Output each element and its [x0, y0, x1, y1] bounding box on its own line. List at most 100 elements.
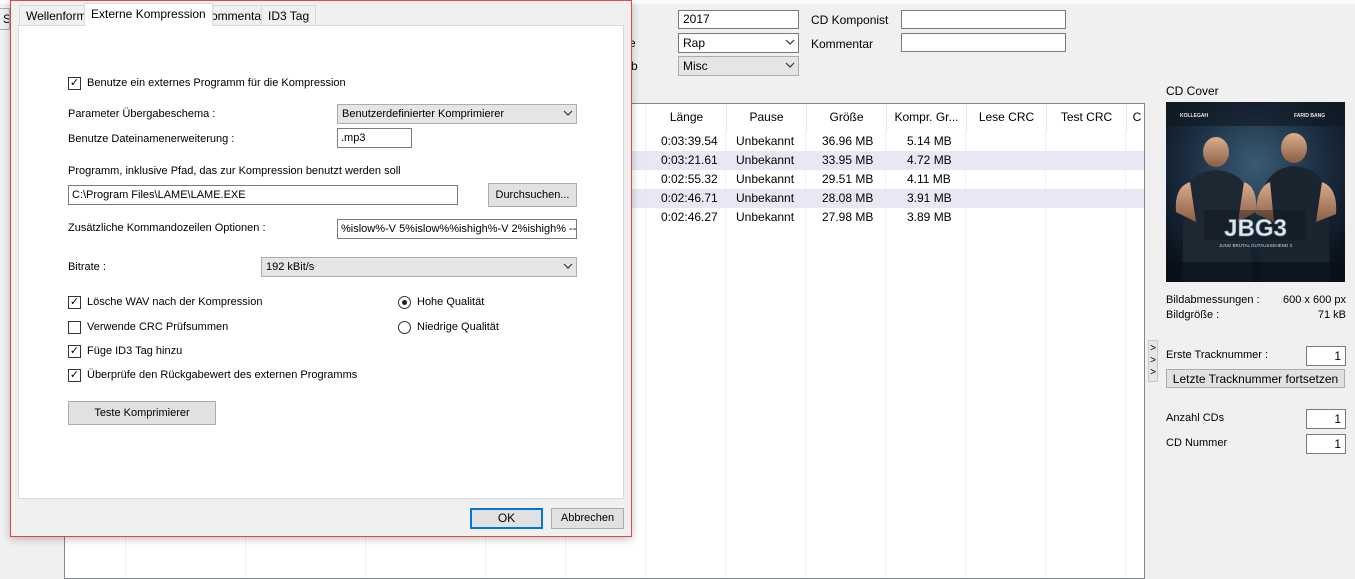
bitrate-value: 192 kBit/s — [266, 261, 315, 273]
high-quality-radio[interactable] — [398, 296, 411, 309]
tab-id3[interactable]: ID3 Tag — [261, 5, 317, 25]
track-length: 0:02:55.32 — [661, 172, 718, 186]
check-return-checkbox[interactable]: ✓ — [68, 369, 81, 382]
composer-field[interactable] — [901, 10, 1066, 29]
expander-chevron-icon: > — [1150, 343, 1156, 354]
cover-artist-left: KOLLEGAH — [1180, 113, 1208, 119]
delete-wav-label: Lösche WAV nach der Kompression — [87, 296, 263, 308]
cmdline-options-field[interactable]: %islow%-V 5%islow%%ishigh%-V 2%ishigh% -… — [337, 219, 577, 239]
cd-cover-image[interactable]: KOLLEGAH FARID BANG JBG3 JUNG BRUTAL GUT… — [1166, 102, 1345, 282]
track-size: 36.96 MB — [822, 134, 874, 148]
composer-label: CD Komponist — [811, 13, 889, 27]
cd-cover-label: CD Cover — [1166, 84, 1219, 98]
chevron-down-icon — [785, 58, 795, 77]
image-size-label: Bildgröße : — [1166, 309, 1220, 321]
crc-label: Verwende CRC Prüfsummen — [87, 321, 229, 333]
track-pause: Unbekannt — [736, 210, 795, 224]
chevron-down-icon — [563, 106, 573, 125]
column-header-size[interactable]: Größe — [807, 104, 887, 130]
program-path-label: Programm, inklusive Pfad, das zur Kompre… — [68, 165, 401, 177]
crc-checkbox[interactable] — [68, 321, 81, 334]
cover-artist-right: FARID BANG — [1294, 113, 1325, 119]
track-compressed-size: 3.89 MB — [907, 210, 952, 224]
comment-label: Kommentar — [811, 37, 874, 51]
first-track-label: Erste Tracknummer : — [1166, 349, 1269, 361]
track-size: 29.51 MB — [822, 172, 874, 186]
genre-combo[interactable]: Rap — [678, 33, 799, 53]
track-pause: Unbekannt — [736, 191, 795, 205]
check-return-label: Überprüfe den Rückgabewert des externen … — [87, 369, 358, 381]
bitrate-label: Bitrate : — [68, 261, 106, 273]
column-header-pause[interactable]: Pause — [727, 104, 807, 130]
cover-logo: JBG3 — [1224, 215, 1287, 242]
low-quality-label: Niedrige Qualität — [417, 321, 499, 333]
use-external-label: Benutze ein externes Programm für die Ko… — [87, 77, 346, 89]
image-dimensions-label: Bildabmessungen : — [1166, 294, 1260, 306]
column-header-test-crc[interactable]: Test CRC — [1047, 104, 1127, 130]
compression-dialog: Wellenform Externe Kompression Kommentar… — [10, 0, 632, 537]
track-pause: Unbekannt — [736, 172, 795, 186]
column-header-compressed-size[interactable]: Kompr. Gr... — [887, 104, 967, 130]
delete-wav-checkbox[interactable]: ✓ — [68, 296, 81, 309]
id3-checkbox[interactable]: ✓ — [68, 345, 81, 358]
track-compressed-size: 5.14 MB — [907, 134, 952, 148]
tab-external-compression[interactable]: Externe Kompression — [84, 3, 213, 26]
column-header-c[interactable]: C — [1127, 104, 1144, 130]
ok-button[interactable]: OK — [470, 508, 543, 529]
track-pause: Unbekannt — [736, 153, 795, 167]
use-external-checkbox[interactable]: ✓ — [68, 77, 81, 90]
track-length: 0:02:46.27 — [661, 210, 718, 224]
track-pause: Unbekannt — [736, 134, 795, 148]
track-size: 33.95 MB — [822, 153, 874, 167]
track-length: 0:03:21.61 — [661, 153, 718, 167]
cmdline-options-label: Zusätzliche Kommandozeilen Optionen : — [68, 222, 266, 234]
misc-label-fragment: b — [631, 59, 638, 73]
left-edge-button[interactable] — [0, 8, 10, 30]
panel-expander[interactable]: > > > — [1148, 340, 1158, 382]
track-size: 27.98 MB — [822, 210, 874, 224]
external-compression-panel: ✓ Benutze ein externes Programm für die … — [18, 25, 624, 499]
column-header-read-crc[interactable]: Lese CRC — [967, 104, 1047, 130]
extension-label: Benutze Dateinamenerweiterung : — [68, 133, 235, 145]
tab-waveform[interactable]: Wellenform — [19, 5, 94, 25]
misc-value: Misc — [683, 59, 708, 73]
column-header-length[interactable]: Länge — [647, 104, 727, 130]
browse-button[interactable]: Durchsuchen... — [488, 183, 577, 207]
cd-number-field[interactable]: 1 — [1306, 434, 1346, 454]
extension-field[interactable]: .mp3 — [337, 128, 412, 148]
track-compressed-size: 4.11 MB — [907, 172, 951, 186]
track-length: 0:02:46.71 — [661, 191, 718, 205]
track-compressed-size: 3.91 MB — [907, 191, 952, 205]
track-length: 0:03:39.54 — [661, 134, 718, 148]
continue-track-number-button[interactable]: Letzte Tracknummer fortsetzen — [1166, 369, 1345, 388]
cd-count-field[interactable]: 1 — [1306, 409, 1346, 429]
year-field[interactable]: 2017 — [678, 10, 799, 29]
image-size-value: 71 kB — [1317, 309, 1346, 321]
first-track-field[interactable]: 1 — [1306, 346, 1346, 366]
program-path-field[interactable]: C:\Program Files\LAME\LAME.EXE — [68, 185, 458, 205]
cd-number-label: CD Nummer — [1166, 437, 1228, 449]
high-quality-label: Hohe Qualität — [417, 296, 485, 308]
cover-subtitle: JUNG BRUTAL GUTAUSSEHEND 3 — [1219, 243, 1292, 248]
param-scheme-value: Benutzerdefinierter Komprimierer — [342, 108, 505, 120]
album-cover-art: KOLLEGAH FARID BANG JBG3 JUNG BRUTAL GUT… — [1166, 102, 1345, 282]
expander-chevron-icon: > — [1150, 355, 1156, 366]
cd-count-label: Anzahl CDs — [1166, 412, 1225, 424]
comment-field[interactable] — [901, 33, 1066, 52]
expander-chevron-icon: > — [1150, 367, 1156, 378]
chevron-down-icon — [785, 35, 795, 54]
track-size: 28.08 MB — [822, 191, 874, 205]
bitrate-combo[interactable]: 192 kBit/s — [261, 257, 577, 277]
track-compressed-size: 4.72 MB — [907, 153, 952, 167]
image-dimensions-value: 600 x 600 px — [1283, 294, 1346, 306]
test-compressor-button[interactable]: Teste Komprimierer — [68, 401, 216, 425]
radio-selected-dot — [402, 300, 407, 305]
param-scheme-combo[interactable]: Benutzerdefinierter Komprimierer — [337, 104, 577, 124]
cancel-button[interactable]: Abbrechen — [551, 508, 624, 529]
genre-value: Rap — [683, 36, 706, 50]
param-scheme-label: Parameter Übergabeschema : — [68, 108, 216, 120]
low-quality-radio[interactable] — [398, 321, 411, 334]
misc-combo[interactable]: Misc — [678, 56, 799, 76]
chevron-down-icon — [563, 259, 573, 278]
id3-label: Füge ID3 Tag hinzu — [87, 345, 183, 357]
